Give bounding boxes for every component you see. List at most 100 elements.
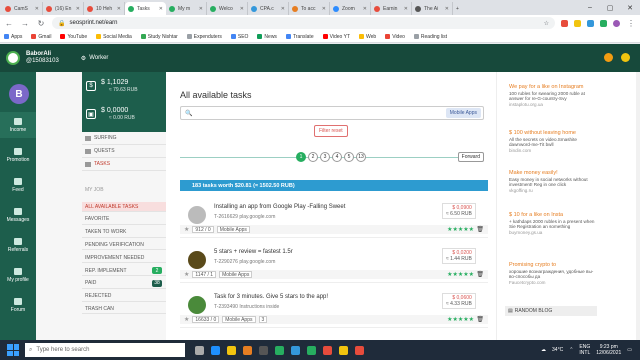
avatar[interactable]: B [9,84,29,104]
close-tab-icon[interactable]: ✕ [238,6,244,12]
browser-tab[interactable]: Tasks ✕ [125,2,166,15]
sidenav-item[interactable]: ALL AVAILABLE TASKS [82,202,166,212]
nav-promotion[interactable]: Promotion [0,142,36,168]
profile-avatar-icon[interactable] [613,19,620,27]
task-tag[interactable]: Mobile Apps [222,316,256,323]
task-row[interactable]: Installing an app from Google Play -Fall… [180,200,488,238]
minimize-icon[interactable]: – [580,0,600,15]
close-window-icon[interactable]: ✕ [620,0,640,15]
notification-icon[interactable] [604,53,613,62]
bookmark-item[interactable]: Translate [285,34,314,40]
task-title[interactable]: 5 stars + review = fastest 1.5r [214,249,293,255]
close-tab-icon[interactable]: ✕ [402,6,408,12]
task-tag[interactable]: Mobile Apps [216,226,250,233]
maximize-icon[interactable]: ▢ [600,0,620,15]
close-tab-icon[interactable]: ✕ [74,6,80,12]
sidenav-item[interactable]: FAVORITE [82,215,166,225]
app-icon[interactable] [323,345,332,355]
extension-icon[interactable] [587,19,594,27]
chrome-icon[interactable] [307,345,316,355]
sidenav-tasks[interactable]: TASKS [82,158,166,171]
close-tab-icon[interactable]: ✕ [279,6,285,12]
task-row[interactable]: Task for 3 minutes. Give 5 stars to the … [180,290,488,328]
nav-income[interactable]: Income [0,112,36,138]
page-button[interactable]: 5 [344,152,354,162]
app-icon[interactable] [355,345,364,355]
browser-tab[interactable]: Welco ✕ [207,2,248,15]
bookmark-item[interactable]: News [257,34,277,40]
favorite-star-icon[interactable]: ★ [184,316,189,323]
ad-block[interactable]: Make money easily! Easy money in social n… [509,170,599,193]
sidenav-item[interactable]: PAID 38 [82,279,166,289]
favorite-star-icon[interactable]: ★ [184,226,189,233]
close-tab-icon[interactable]: ✕ [157,6,163,12]
ad-link[interactable]: instaplotu.org.ua [509,102,599,108]
sidenav-item[interactable]: REP. IMPLEMENT 2 [82,266,166,276]
clock[interactable]: 9:23 pm 12/06/2021 [596,344,621,356]
task-title[interactable]: Task for 3 minutes. Give 5 stars to the … [214,294,328,300]
random-blog-button[interactable]: ▤ RANDOM BLOG [505,306,597,316]
mail-icon[interactable] [291,345,300,355]
language-indicator[interactable]: ENG INTL [579,344,590,356]
bookmark-item[interactable]: Web [359,34,376,40]
app-icon[interactable] [339,345,348,355]
bookmark-item[interactable]: Expenduters [186,34,222,40]
browser-tab[interactable]: Zoom ✕ [330,2,371,15]
new-tab-button[interactable]: + [453,2,465,15]
nav-my-profile[interactable]: My profile [0,262,36,288]
forward-icon[interactable]: → [20,19,30,28]
weather-icon[interactable]: ☁ [541,347,546,353]
chrome-icon[interactable] [275,345,284,355]
sidenav-item[interactable]: REJECTED [82,292,166,302]
notification-center-icon[interactable]: ▭ [627,347,632,353]
windows-start-icon[interactable] [7,344,19,356]
main-balance[interactable]: $ $ 1,1029 ≈ 79.63 RUB [82,72,166,100]
browser-tab[interactable]: My m ✕ [166,2,207,15]
ad-block[interactable]: $ 100 without leaving home All the secret… [509,130,599,153]
store-icon[interactable] [259,345,268,355]
trash-icon[interactable]: 🗑 [476,271,484,278]
edge-icon[interactable] [211,345,220,355]
back-icon[interactable]: ← [4,19,14,28]
page-button[interactable]: 3 [320,152,330,162]
bookmark-item[interactable]: SEO [230,34,248,40]
sidenav-item[interactable]: IMPROVEMENT NEEDED [82,253,166,264]
browser-tab[interactable]: CamS ✕ [2,2,43,15]
browser-tab[interactable]: (16) En ✕ [43,2,84,15]
ad-link[interactable]: bindin.com [509,148,599,154]
task-view-icon[interactable] [195,345,204,355]
taskbar-search[interactable]: ⌕ Type here to search [25,343,185,357]
browser-tab[interactable]: CPA.c ✕ [248,2,289,15]
role-switch[interactable]: ⚙ Worker [81,55,109,62]
close-tab-icon[interactable]: ✕ [443,6,449,12]
browser-tab[interactable]: The Ai ✕ [412,2,453,15]
browser-tab[interactable]: To acc ✕ [289,2,330,15]
bookmark-item[interactable]: Video YT [322,34,350,40]
page-button[interactable]: 1 [296,152,306,162]
bookmark-item[interactable]: Reading list [413,34,447,40]
search-input[interactable]: 🔍 Mobile Apps [180,106,484,120]
bookmark-item[interactable]: YouTube [60,34,87,40]
trash-icon[interactable]: 🗑 [476,316,484,323]
ad-block[interactable]: We pay for a like on Instagram 100 rubles… [509,84,599,107]
favorite-star-icon[interactable]: ★ [184,271,189,278]
ad-link[interactable]: buymoney.gs.ua [509,230,599,236]
star-icon[interactable]: ☆ [544,20,549,27]
page-button[interactable]: 13 [356,152,366,162]
power-icon[interactable] [621,53,630,62]
close-tab-icon[interactable]: ✕ [361,6,367,12]
close-tab-icon[interactable]: ✕ [33,6,39,12]
ad-block[interactable]: $ 10 for a like on Insta + kathdaps 2000 … [509,212,599,235]
url-field[interactable]: 🔒 seosprint.net/earn ☆ [52,17,555,29]
trash-icon[interactable]: 🗑 [476,226,484,233]
browser-tab[interactable]: 10 Heh ✕ [84,2,125,15]
bookmark-item[interactable]: Apps [4,34,22,40]
extension-icon[interactable] [600,19,607,27]
browser-tab[interactable]: Earnin ✕ [371,2,412,15]
nav-feed[interactable]: Feed [0,172,36,198]
scrollbar[interactable] [636,72,640,349]
ad-link[interactable]: Faucetcrypto.com [509,280,599,286]
site-logo[interactable] [6,51,20,65]
sidenav-item[interactable]: TAKEN TO WORK [82,228,166,238]
forward-button[interactable]: Forward [457,152,484,162]
